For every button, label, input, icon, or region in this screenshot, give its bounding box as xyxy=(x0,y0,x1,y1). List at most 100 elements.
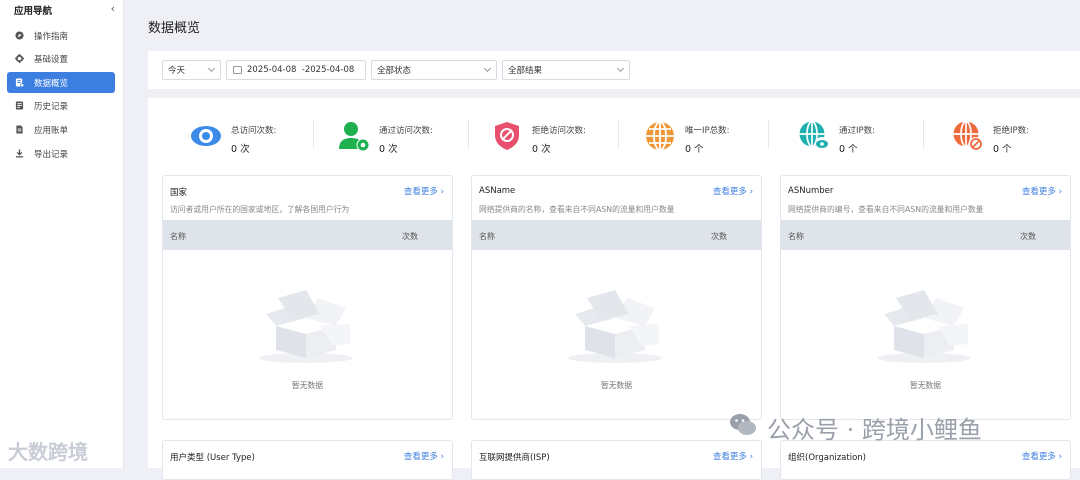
card-title: 组织(Organization) xyxy=(788,453,866,463)
column-count: 次数 xyxy=(711,232,727,241)
card-title: ASNumber xyxy=(788,186,834,196)
column-count: 次数 xyxy=(1020,232,1036,241)
card-description: 访问者或用户所在的国家或地区，了解各国用户行为 xyxy=(170,205,350,214)
bill-icon xyxy=(15,125,24,134)
calendar-icon xyxy=(233,66,242,74)
table-header: 名称 次数 xyxy=(781,220,1070,250)
watermark-left: 大数跨境 xyxy=(8,440,88,464)
card-description: 网络提供商的编号，查看来自不同ASN的流量和用户数量 xyxy=(788,205,984,214)
card-title: ASName xyxy=(479,186,516,196)
globe-eye-icon xyxy=(799,120,829,151)
compass-icon xyxy=(15,31,24,40)
stat-blocked-visits: 拒绝访问次数: 0 次 xyxy=(491,120,586,155)
card-asnumber: ASNumber 查看更多 › 网络提供商的编号，查看来自不同ASN的流量和用户… xyxy=(780,175,1071,420)
stat-value: 0 个 xyxy=(685,144,704,155)
column-name: 名称 xyxy=(479,232,495,241)
stat-passed-ips: 通过IP数: 0 个 xyxy=(798,120,875,155)
time-range-value: 今天 xyxy=(168,66,186,76)
stat-label: 唯一IP总数: xyxy=(685,126,730,136)
stat-label: 拒绝IP数: xyxy=(993,126,1029,136)
date-range-picker[interactable]: 2025-04-08 -2025-04-08 xyxy=(226,60,366,80)
divider xyxy=(923,120,924,148)
collapse-sidebar-icon[interactable]: ‹ xyxy=(111,2,115,15)
sidebar-item-data-overview[interactable]: 数据概览 xyxy=(7,72,115,93)
view-more-link[interactable]: 查看更多 › xyxy=(404,450,444,462)
divider xyxy=(313,120,314,148)
data-overview-icon xyxy=(15,78,25,88)
stat-value: 0 个 xyxy=(993,144,1012,155)
stat-label: 总访问次数: xyxy=(231,126,277,136)
empty-box-icon xyxy=(877,290,971,363)
divider xyxy=(618,120,619,148)
sidebar-item-label: 历史记录 xyxy=(34,101,69,112)
sidebar: 应用导航 ‹ 操作指南 基础设置 数据概览 历史记录 应用账单 导出记录 xyxy=(0,0,124,468)
sidebar-item-label: 数据概览 xyxy=(34,78,69,89)
gear-icon xyxy=(15,54,24,63)
view-more-link[interactable]: 查看更多 › xyxy=(713,185,753,197)
stat-total-visits: 总访问次数: 0 次 xyxy=(190,120,277,155)
empty-text: 暂无数据 xyxy=(909,381,942,390)
shield-block-icon xyxy=(495,122,519,150)
card-organization: 组织(Organization) 查看更多 › xyxy=(780,440,1071,480)
sidebar-item-label: 应用账单 xyxy=(34,125,69,136)
globe-icon xyxy=(646,121,674,151)
column-count: 次数 xyxy=(402,232,418,241)
sidebar-item-guide[interactable]: 操作指南 xyxy=(7,25,115,46)
view-more-link[interactable]: 查看更多 › xyxy=(404,185,444,197)
card-title: 互联网提供商(ISP) xyxy=(479,453,550,463)
date-range-value: 2025-04-08 -2025-04-08 xyxy=(247,65,355,75)
card-description: 网络提供商的名称，查看来自不同ASN的流量和用户数量 xyxy=(479,205,675,214)
sidebar-item-label: 导出记录 xyxy=(34,149,69,160)
column-name: 名称 xyxy=(170,232,186,241)
page-title: 数据概览 xyxy=(148,21,201,36)
stat-unique-ips: 唯一IP总数: 0 个 xyxy=(644,120,730,155)
stat-label: 拒绝访问次数: xyxy=(532,126,586,136)
eye-icon xyxy=(191,126,221,146)
empty-text: 暂无数据 xyxy=(291,381,324,390)
result-select[interactable]: 全部结果 xyxy=(502,60,630,80)
user-check-icon xyxy=(339,122,370,152)
filter-bar: 今天 2025-04-08 -2025-04-08 全部状态 全部结果 xyxy=(148,51,1080,89)
chevron-down-icon xyxy=(207,64,216,73)
history-icon xyxy=(15,101,24,110)
time-range-select[interactable]: 今天 xyxy=(162,60,221,80)
stat-value: 0 个 xyxy=(839,144,858,155)
card-title: 国家 xyxy=(170,188,188,198)
card-user-type: 用户类型 (User Type) 查看更多 › xyxy=(162,440,453,480)
divider xyxy=(768,120,769,148)
sidebar-title: 应用导航 xyxy=(14,6,53,17)
watermark-right: 公众号 · 跨境小鲤鱼 xyxy=(767,416,982,444)
sidebar-item-label: 基础设置 xyxy=(34,54,69,65)
stat-passed-visits: 通过访问次数: 0 次 xyxy=(338,120,433,155)
stat-label: 通过访问次数: xyxy=(379,126,433,136)
empty-box-icon xyxy=(568,290,662,363)
empty-text: 暂无数据 xyxy=(600,381,633,390)
sidebar-item-settings[interactable]: 基础设置 xyxy=(7,48,115,69)
view-more-link[interactable]: 查看更多 › xyxy=(1022,185,1062,197)
card-title: 用户类型 (User Type) xyxy=(170,453,255,463)
sidebar-item-label: 操作指南 xyxy=(34,31,69,42)
stat-blocked-ips: 拒绝IP数: 0 个 xyxy=(952,120,1029,155)
download-icon xyxy=(15,149,24,158)
main-area: 数据概览 今天 2025-04-08 -2025-04-08 全部状态 全部结果… xyxy=(124,0,1080,480)
view-more-link[interactable]: 查看更多 › xyxy=(713,450,753,462)
status-select[interactable]: 全部状态 xyxy=(371,60,497,80)
stat-value: 0 次 xyxy=(532,144,551,155)
table-header: 名称 次数 xyxy=(163,220,452,250)
column-name: 名称 xyxy=(788,232,804,241)
sidebar-item-export[interactable]: 导出记录 xyxy=(7,143,115,164)
status-value: 全部状态 xyxy=(377,66,412,76)
card-asname: ASName 查看更多 › 网络提供商的名称，查看来自不同ASN的流量和用户数量… xyxy=(471,175,762,420)
sidebar-item-bill[interactable]: 应用账单 xyxy=(7,119,115,140)
stat-value: 0 次 xyxy=(231,144,250,155)
globe-block-icon xyxy=(953,120,983,151)
result-value: 全部结果 xyxy=(508,66,543,76)
card-isp: 互联网提供商(ISP) 查看更多 › xyxy=(471,440,762,480)
sidebar-item-history[interactable]: 历史记录 xyxy=(7,95,115,116)
table-header: 名称 次数 xyxy=(472,220,761,250)
card-country: 国家 查看更多 › 访问者或用户所在的国家或地区，了解各国用户行为 名称 次数 暂… xyxy=(162,175,453,420)
chevron-down-icon xyxy=(616,64,625,73)
stat-label: 通过IP数: xyxy=(839,126,875,136)
empty-box-icon xyxy=(259,290,353,363)
view-more-link[interactable]: 查看更多 › xyxy=(1022,450,1062,462)
